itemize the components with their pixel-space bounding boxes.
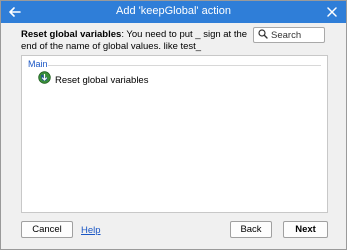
dialog-window: Add 'keepGlobal' action Reset global var… — [0, 0, 347, 250]
group-divider — [48, 65, 321, 66]
help-link[interactable]: Help — [81, 225, 101, 236]
search-input[interactable]: Search — [253, 27, 325, 43]
title-bar: Add 'keepGlobal' action — [1, 1, 346, 23]
action-description: Reset global variables: You need to put … — [21, 29, 251, 53]
group-header-main: Main — [28, 59, 48, 69]
action-item-reset-global-variables[interactable]: Reset global variables — [38, 71, 149, 89]
back-arrow-icon[interactable] — [7, 3, 23, 21]
back-button[interactable]: Back — [230, 221, 272, 238]
window-title: Add 'keepGlobal' action — [116, 5, 231, 17]
globe-icon — [38, 71, 51, 89]
search-icon — [258, 26, 268, 44]
search-placeholder: Search — [271, 29, 302, 41]
next-button[interactable]: Next — [283, 221, 328, 238]
action-item-label: Reset global variables — [55, 74, 149, 86]
close-icon[interactable] — [324, 3, 340, 21]
cancel-button[interactable]: Cancel — [21, 221, 73, 238]
description-title: Reset global variables — [21, 29, 122, 40]
actions-panel: Main Reset global variables — [21, 55, 328, 213]
